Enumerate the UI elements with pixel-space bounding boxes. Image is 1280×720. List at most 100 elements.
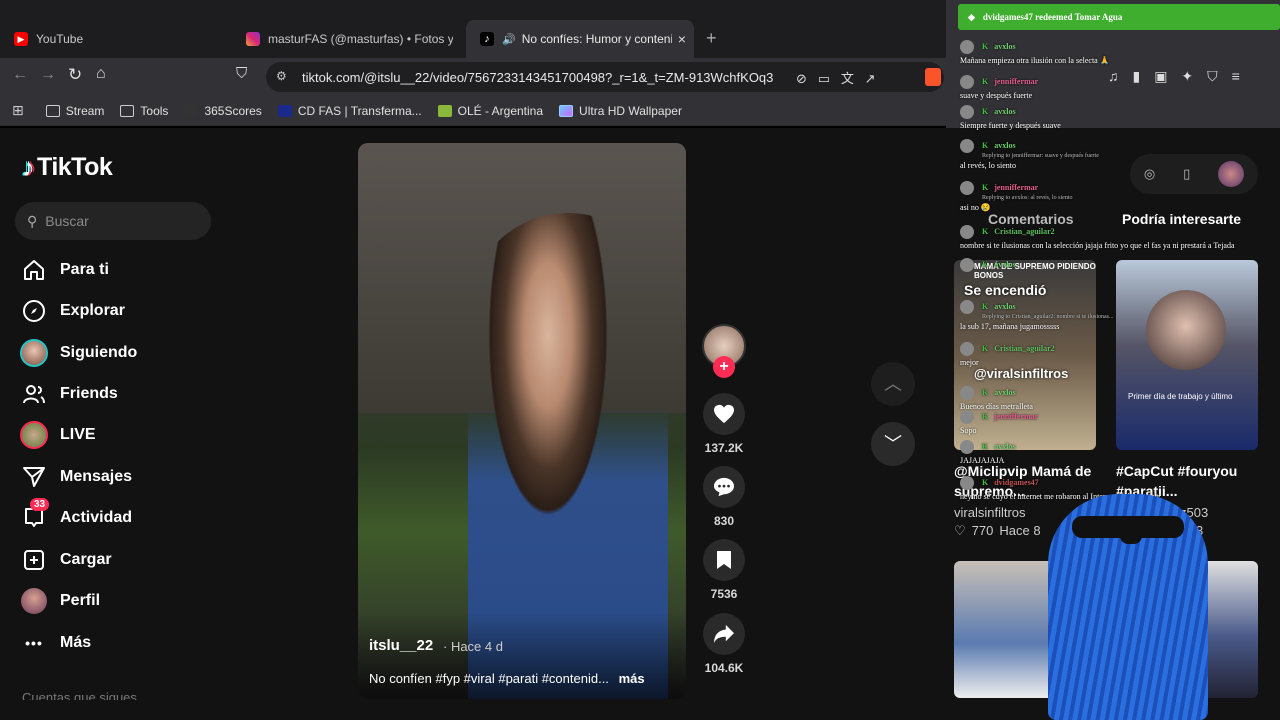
plus-square-icon (20, 546, 48, 574)
chat-message: K Cristian_aguilar2 mejor (960, 342, 1055, 367)
chat-text: Siempre fuerte y después suave (960, 121, 1061, 130)
reload-icon[interactable]: ↻ (68, 65, 82, 85)
nav-para-ti[interactable]: Para ti (20, 256, 109, 284)
search-box[interactable]: ⚲ Buscar (15, 202, 211, 240)
recommended-card-2[interactable]: Primer día de trabajo y último (1116, 260, 1258, 450)
notification-badge: 33 (30, 498, 50, 511)
nav-live[interactable]: LIVE (20, 421, 96, 449)
following-avatar-icon (20, 339, 48, 367)
comment-action[interactable]: 830 (703, 466, 745, 528)
bookmark-wallpaper[interactable]: Ultra HD Wallpaper (559, 104, 682, 118)
alert-icon: ◆ (968, 11, 975, 22)
save-action[interactable]: 7536 (703, 539, 745, 601)
bookmark-save-icon[interactable] (703, 539, 745, 581)
chat-text: al revés, lo siento (960, 161, 1016, 170)
previous-video-icon[interactable]: ︿ (871, 362, 915, 406)
bookmark-ole[interactable]: OLÉ - Argentina (437, 104, 543, 118)
ole-icon (437, 104, 452, 117)
chat-message: Kavxlos Siempre fuerte y después suave (960, 105, 1061, 130)
logo-text: TikTok (37, 153, 113, 181)
url-text: tiktok.com/@itslu__22/video/756723314345… (302, 69, 774, 85)
nav-cargar[interactable]: Cargar (20, 546, 112, 574)
tab-instagram[interactable]: masturFAS (@masturfas) • Fotos y vid (232, 20, 466, 58)
comment-icon[interactable] (703, 466, 745, 508)
video-player[interactable] (358, 143, 686, 699)
chat-avatar (960, 40, 974, 54)
chat-username: jenniffermar (994, 182, 1039, 192)
browser-menu-icons: ♫▮▣✦⛉≡ (1108, 68, 1254, 84)
chat-text: Mañana empieza otra ilusión con la selec… (960, 56, 1110, 65)
chat-username: avxlos (994, 259, 1016, 269)
card-author-1[interactable]: viralsinfiltros (954, 505, 1026, 520)
device-icon[interactable]: ▯ (1183, 166, 1190, 182)
search-placeholder: Buscar (45, 213, 89, 229)
chat-avatar (960, 300, 974, 314)
chat-badge-icon: K (982, 343, 989, 353)
card-stats-1: ♡ 770 Hace 8 (954, 523, 1041, 539)
tab-youtube[interactable]: ▶ YouTube (0, 20, 230, 58)
chat-username: jenniffermar (994, 76, 1039, 86)
share-icon[interactable] (703, 613, 745, 655)
bookmark-icon[interactable]: ⛉ (236, 65, 247, 82)
nav-explorar[interactable]: Explorar (20, 297, 125, 325)
tab-label: YouTube (36, 32, 84, 46)
chat-username: Cristian_aguilar2 (994, 226, 1055, 236)
nav-mensajes[interactable]: Mensajes (20, 463, 132, 491)
chat-avatar (960, 105, 974, 119)
bookmark-label: Ultra HD Wallpaper (579, 103, 682, 118)
chat-badge-icon: K (982, 140, 989, 150)
share-count: 104.6K (704, 661, 744, 675)
compass-small-icon[interactable]: ◎ (1144, 166, 1155, 182)
chat-reply-text: Replying to avxlos: al revés, lo siento (982, 195, 1073, 201)
bookmark-cdfas[interactable]: CD FAS | Transferma... (277, 104, 422, 118)
bookmark-stream[interactable]: Stream (45, 104, 104, 118)
nav-perfil[interactable]: Perfil (20, 587, 100, 615)
speaker-icon[interactable]: 🔊 (502, 33, 516, 46)
home-icon (20, 256, 48, 284)
chat-text: JAJAJAJAJA (960, 456, 1005, 465)
next-video-icon[interactable]: ﹀ (871, 422, 915, 466)
heart-icon[interactable] (703, 393, 745, 435)
nav-label: Cargar (60, 551, 112, 568)
brave-shield-icon[interactable] (925, 68, 941, 86)
panel-avatar[interactable] (1218, 161, 1245, 187)
tiktok-logo[interactable]: ♪ TikTok (22, 152, 113, 183)
nav-label: Explorar (60, 302, 125, 319)
stream-mascot (1048, 494, 1208, 720)
chat-avatar (960, 342, 974, 356)
video-author[interactable]: itslu__22 (369, 637, 433, 654)
forward-icon[interactable]: → (40, 66, 56, 84)
nav-friends[interactable]: Friends (20, 380, 118, 408)
365scores-icon (184, 104, 199, 117)
mascot-nose (1120, 532, 1142, 544)
site-info-icon[interactable]: ⚙ (276, 69, 287, 83)
chat-username: avxlos (994, 140, 1016, 150)
tab-tiktok[interactable]: ♪ 🔊 No confíes: Humor y contenid × (466, 20, 694, 58)
share-action[interactable]: 104.6K (703, 613, 745, 675)
chat-text: suave y después fuerte (960, 91, 1033, 100)
follow-plus-icon[interactable]: + (713, 356, 735, 378)
chat-avatar (960, 139, 974, 153)
bookmark-365scores[interactable]: 365Scores (184, 104, 262, 118)
close-tab-icon[interactable]: × (678, 31, 686, 47)
nav-mas[interactable]: ••• Más (20, 629, 91, 657)
new-tab-icon[interactable]: + (706, 28, 717, 49)
nav-actividad[interactable]: 33 Actividad (20, 498, 133, 532)
chat-avatar (960, 181, 974, 195)
like-action[interactable]: 137.2K (703, 393, 745, 455)
apps-grid-icon[interactable]: ⊞ (12, 102, 24, 119)
home-button-icon[interactable]: ⌂ (96, 65, 106, 83)
like-count: 137.2K (704, 441, 744, 455)
nav-label: Actividad (60, 509, 133, 526)
nav-siguiendo[interactable]: Siguiendo (20, 339, 137, 367)
chat-reply-text: Replying to jenniffermar: suave y despué… (982, 153, 1099, 159)
chat-avatar (960, 225, 974, 239)
chat-message: Kavxlos Replying to Cristian_aguilar2: no… (960, 300, 1113, 331)
chat-text: Sopo (960, 426, 977, 435)
nav-label: Mensajes (60, 468, 133, 485)
bookmark-tools[interactable]: Tools (120, 104, 168, 118)
fas-icon (277, 104, 292, 117)
nav-label: Siguiendo (60, 344, 138, 361)
more-link[interactable]: más (619, 671, 645, 686)
back-icon[interactable]: ← (12, 66, 28, 84)
